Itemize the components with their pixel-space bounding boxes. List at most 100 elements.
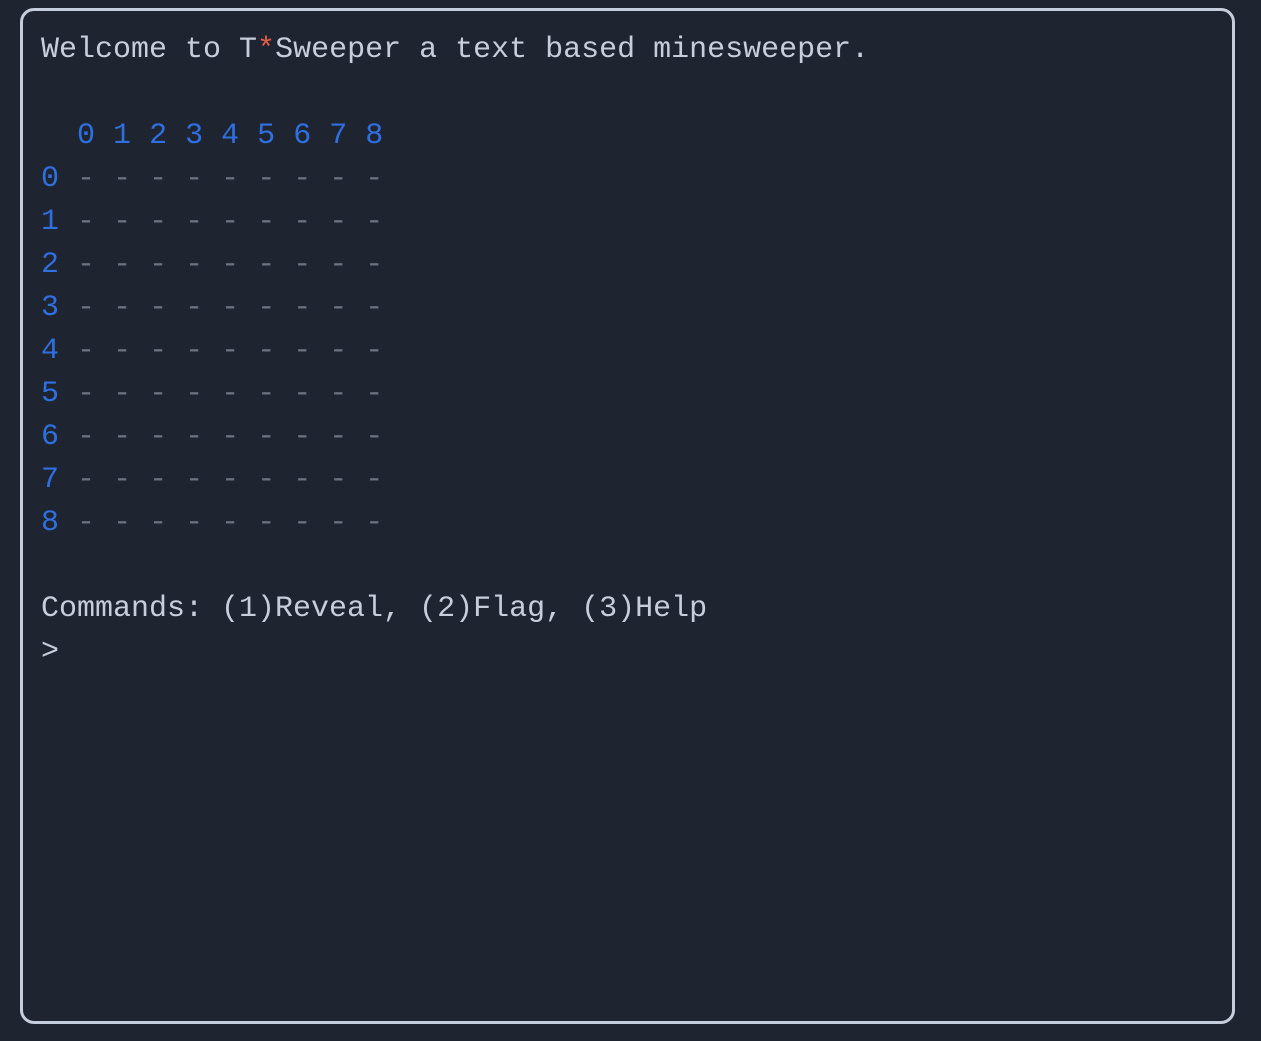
col-header: 2 <box>149 119 167 153</box>
row-label: 1 <box>41 205 59 239</box>
title-suffix: Sweeper a text based minesweeper. <box>275 33 869 67</box>
cell[interactable]: - <box>257 420 275 454</box>
grid-row: 5 - - - - - - - - - <box>41 377 383 411</box>
cell[interactable]: - <box>329 463 347 497</box>
cell[interactable]: - <box>149 248 167 282</box>
cell[interactable]: - <box>221 205 239 239</box>
cell[interactable]: - <box>113 248 131 282</box>
cell[interactable]: - <box>221 377 239 411</box>
cell[interactable]: - <box>149 205 167 239</box>
title-prefix: Welcome to T <box>41 33 257 67</box>
cell[interactable]: - <box>257 205 275 239</box>
cell[interactable]: - <box>149 291 167 325</box>
cell[interactable]: - <box>113 506 131 540</box>
cell[interactable]: - <box>221 463 239 497</box>
cell[interactable]: - <box>221 162 239 196</box>
cell[interactable]: - <box>77 162 95 196</box>
cell[interactable]: - <box>185 377 203 411</box>
cell[interactable]: - <box>293 248 311 282</box>
cell[interactable]: - <box>77 420 95 454</box>
cell[interactable]: - <box>329 291 347 325</box>
cell[interactable]: - <box>149 334 167 368</box>
cell[interactable]: - <box>77 506 95 540</box>
cell[interactable]: - <box>149 463 167 497</box>
cell[interactable]: - <box>293 162 311 196</box>
cell[interactable]: - <box>257 506 275 540</box>
cell[interactable]: - <box>185 291 203 325</box>
cell[interactable]: - <box>185 334 203 368</box>
cell[interactable]: - <box>365 377 383 411</box>
cell[interactable]: - <box>365 334 383 368</box>
cell[interactable]: - <box>293 463 311 497</box>
cell[interactable]: - <box>149 377 167 411</box>
cell[interactable]: - <box>149 420 167 454</box>
cell[interactable]: - <box>149 506 167 540</box>
cell[interactable]: - <box>365 205 383 239</box>
cell[interactable]: - <box>185 205 203 239</box>
row-label: 8 <box>41 506 59 540</box>
cell[interactable]: - <box>77 334 95 368</box>
cell[interactable]: - <box>185 506 203 540</box>
cell[interactable]: - <box>293 291 311 325</box>
cell[interactable]: - <box>221 420 239 454</box>
cell[interactable]: - <box>365 248 383 282</box>
cell[interactable]: - <box>365 162 383 196</box>
cell[interactable]: - <box>77 377 95 411</box>
cell[interactable]: - <box>329 248 347 282</box>
cell[interactable]: - <box>329 205 347 239</box>
col-header: 0 <box>77 119 95 153</box>
cell[interactable]: - <box>77 248 95 282</box>
cell[interactable]: - <box>77 463 95 497</box>
cell[interactable]: - <box>365 420 383 454</box>
cell[interactable]: - <box>293 377 311 411</box>
row-label: 7 <box>41 463 59 497</box>
cell[interactable]: - <box>293 420 311 454</box>
welcome-title: Welcome to T*Sweeper a text based minesw… <box>41 33 869 67</box>
terminal-frame: Welcome to T*Sweeper a text based minesw… <box>20 8 1235 1024</box>
cell[interactable]: - <box>77 205 95 239</box>
cell[interactable]: - <box>365 506 383 540</box>
row-label: 3 <box>41 291 59 325</box>
grid-row: 6 - - - - - - - - - <box>41 420 383 454</box>
cell[interactable]: - <box>113 463 131 497</box>
cell[interactable]: - <box>365 291 383 325</box>
cell[interactable]: - <box>77 291 95 325</box>
cell[interactable]: - <box>221 334 239 368</box>
cell[interactable]: - <box>113 420 131 454</box>
cell[interactable]: - <box>329 377 347 411</box>
cell[interactable]: - <box>221 248 239 282</box>
cell[interactable]: - <box>113 205 131 239</box>
cell[interactable]: - <box>185 420 203 454</box>
cell[interactable]: - <box>293 205 311 239</box>
cell[interactable]: - <box>257 162 275 196</box>
cell[interactable]: - <box>329 162 347 196</box>
row-label: 2 <box>41 248 59 282</box>
row-label: 6 <box>41 420 59 454</box>
cell[interactable]: - <box>185 463 203 497</box>
cell[interactable]: - <box>185 248 203 282</box>
cell[interactable]: - <box>113 162 131 196</box>
cell[interactable]: - <box>221 506 239 540</box>
cell[interactable]: - <box>257 463 275 497</box>
cell[interactable]: - <box>365 463 383 497</box>
cell[interactable]: - <box>257 291 275 325</box>
cell[interactable]: - <box>149 162 167 196</box>
cell[interactable]: - <box>113 291 131 325</box>
cell[interactable]: - <box>113 334 131 368</box>
cell[interactable]: - <box>329 334 347 368</box>
cell[interactable]: - <box>329 420 347 454</box>
cell[interactable]: - <box>329 506 347 540</box>
cell[interactable]: - <box>113 377 131 411</box>
prompt[interactable]: > <box>41 635 59 669</box>
cell[interactable]: - <box>257 334 275 368</box>
grid-row: 1 - - - - - - - - - <box>41 205 383 239</box>
cell[interactable]: - <box>221 291 239 325</box>
grid-row: 2 - - - - - - - - - <box>41 248 383 282</box>
cell[interactable]: - <box>185 162 203 196</box>
cell[interactable]: - <box>257 248 275 282</box>
grid-row: 7 - - - - - - - - - <box>41 463 383 497</box>
cell[interactable]: - <box>293 334 311 368</box>
cell[interactable]: - <box>257 377 275 411</box>
col-header: 8 <box>365 119 383 153</box>
cell[interactable]: - <box>293 506 311 540</box>
